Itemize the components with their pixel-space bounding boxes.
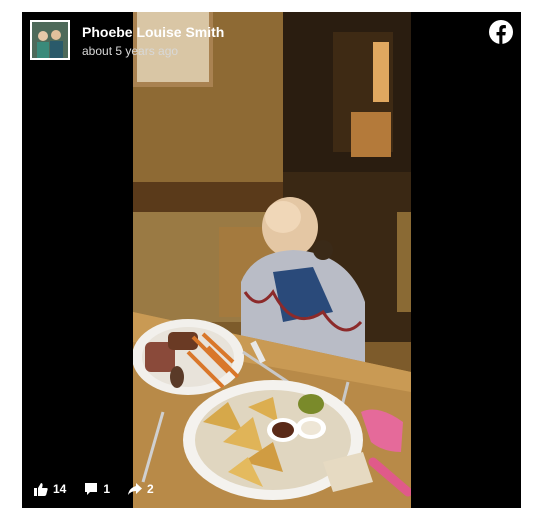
comment-count[interactable]: 1: [84, 482, 110, 496]
share-count[interactable]: 2: [128, 482, 154, 496]
facebook-video-embed[interactable]: Phoebe Louise Smith about 5 years ago 14…: [22, 12, 521, 508]
share-count-value: 2: [147, 482, 154, 496]
video-frame[interactable]: [133, 12, 411, 508]
comment-count-value: 1: [103, 482, 111, 496]
post-header: Phoebe Louise Smith about 5 years ago: [30, 20, 224, 64]
video-still-image: [133, 12, 411, 508]
post-timestamp[interactable]: about 5 years ago: [82, 43, 224, 59]
avatar-image: [32, 22, 68, 58]
thumbs-up-icon: [34, 483, 48, 496]
facebook-icon[interactable]: [489, 20, 513, 44]
like-count[interactable]: 14: [34, 482, 66, 496]
comment-icon: [85, 483, 98, 495]
reaction-bar: 14 1 2: [34, 482, 172, 496]
share-icon: [128, 483, 143, 495]
like-count-value: 14: [53, 482, 67, 496]
post-meta: Phoebe Louise Smith about 5 years ago: [82, 24, 224, 59]
avatar[interactable]: [30, 20, 70, 60]
author-name[interactable]: Phoebe Louise Smith: [82, 24, 224, 41]
